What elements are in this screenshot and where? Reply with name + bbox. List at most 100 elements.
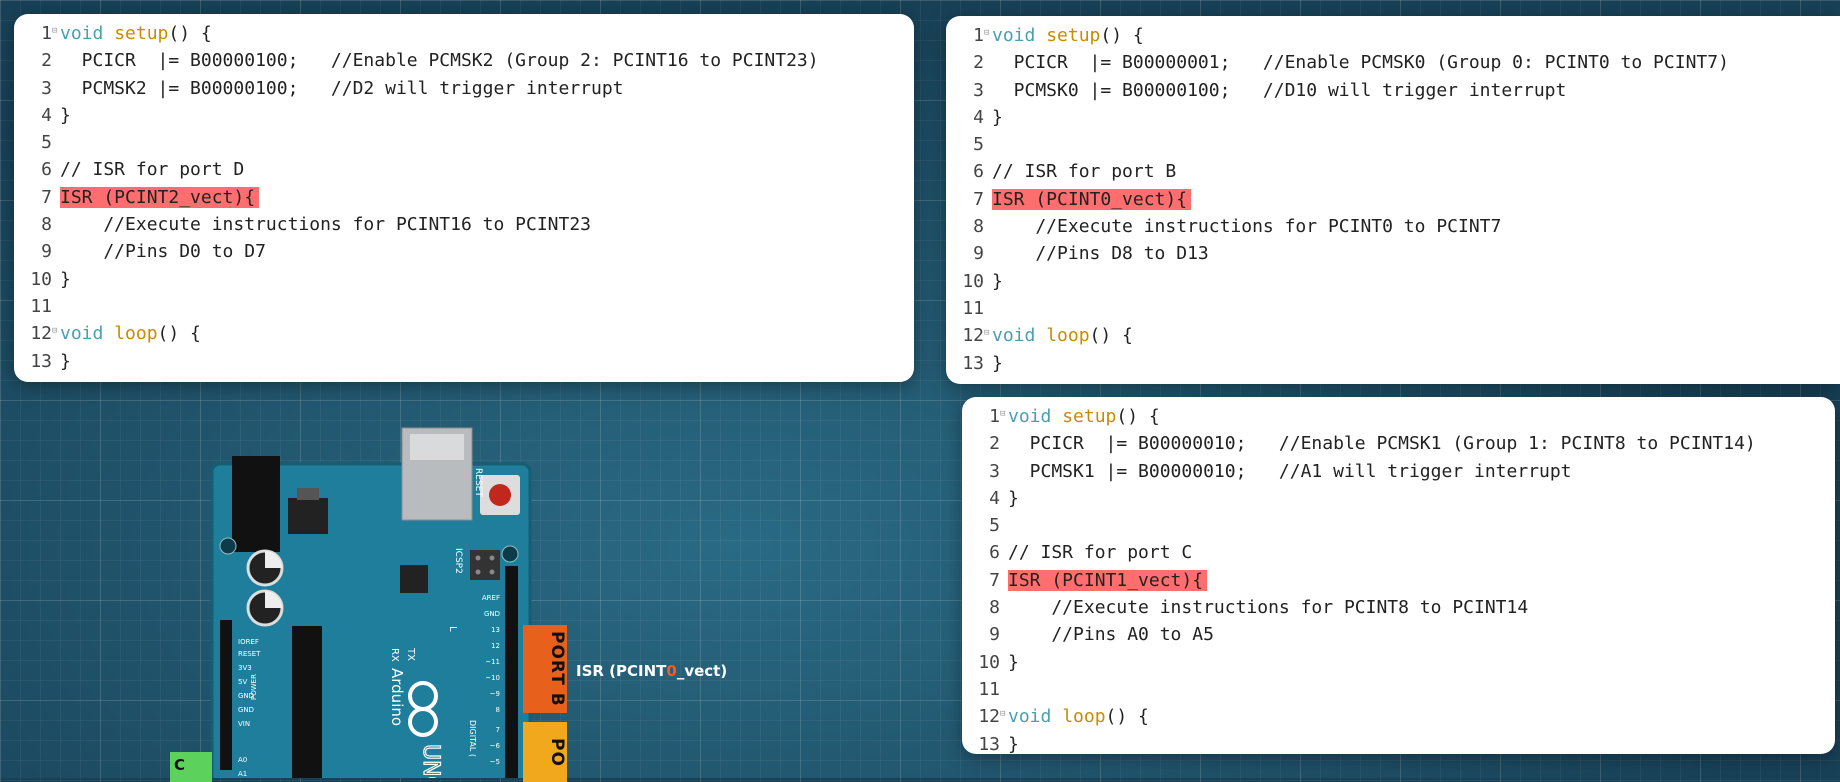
fold-marker-icon: [1000, 512, 1008, 539]
code-line: 13}: [946, 350, 1840, 377]
code-text: PCICR |= B00000010; //Enable PCMSK1 (Gro…: [1008, 430, 1756, 457]
line-number: 8: [989, 597, 1000, 619]
code-text: void setup() {: [1008, 403, 1160, 430]
code-token: }: [1008, 487, 1019, 509]
code-token: }: [992, 106, 1003, 128]
fold-marker-icon: [1000, 676, 1008, 703]
code-text: //Pins D0 to D7: [60, 238, 266, 265]
code-text: void setup() {: [60, 20, 212, 47]
line-number: 5: [989, 515, 1000, 537]
code-token: setup: [114, 23, 169, 44]
power-pin-label: 3V3: [238, 664, 252, 672]
code-line: 11: [14, 293, 914, 320]
line-number: 7: [41, 186, 52, 208]
code-token: //Pins D0 to D7: [60, 241, 266, 263]
tx-label: TX: [405, 647, 416, 661]
code-token: () {: [1100, 25, 1144, 46]
isr-callout: ISR (PCINT0_vect): [576, 662, 727, 680]
code-text: PCMSK1 |= B00000010; //A1 will trigger i…: [1008, 458, 1572, 485]
fold-marker-icon[interactable]: ⊟: [52, 20, 60, 47]
code-text: }: [992, 268, 1003, 295]
code-token: // ISR for port B: [992, 161, 1177, 183]
code-text: }: [60, 102, 71, 129]
code-token: PCICR |= B00000010; //Enable PCMSK1 (Gro…: [1008, 433, 1756, 455]
code-token: void: [992, 25, 1047, 46]
fold-marker-icon[interactable]: ⊟: [984, 22, 992, 49]
fold-marker-icon[interactable]: ⊟: [52, 320, 60, 347]
code-token: void: [1008, 706, 1063, 728]
code-line: 5: [14, 129, 914, 156]
fold-marker-icon: [52, 102, 60, 129]
code-line: 7 ISR (PCINT1_vect){: [962, 567, 1835, 594]
power-title: POWER: [250, 674, 258, 700]
code-line: 10}: [14, 266, 914, 293]
code-text: }: [1008, 649, 1019, 676]
code-line: 12 ⊟ void loop() {: [962, 703, 1835, 730]
fold-marker-icon: [1000, 594, 1008, 621]
rx-label: RX: [389, 648, 400, 662]
fold-marker-icon[interactable]: ⊟: [1000, 403, 1008, 430]
fold-marker-icon: [984, 350, 992, 377]
code-token: PCICR |= B00000100; //Enable PCMSK2 (Gro…: [60, 50, 819, 72]
fold-marker-icon: [52, 348, 60, 375]
line-number: 13: [978, 733, 1000, 754]
code-line: 10}: [962, 649, 1835, 676]
code-panel-port-d: 1 ⊟ void setup() {2 PCICR |= B00000100; //…: [14, 14, 914, 382]
line-number: 1: [41, 23, 52, 44]
fold-marker-icon[interactable]: ⊟: [984, 322, 992, 349]
line-number: 12: [978, 706, 1000, 728]
fold-marker-icon: [52, 47, 60, 74]
digital-pin-label: 13: [491, 626, 500, 634]
code-token: setup: [1046, 25, 1101, 46]
line-number: 3: [989, 460, 1000, 482]
fold-marker-icon: [52, 129, 60, 156]
code-token: }: [60, 350, 71, 372]
line-number: 6: [973, 161, 984, 183]
fold-marker-icon: [1000, 621, 1008, 648]
code-token: //Pins A0 to A5: [1008, 624, 1214, 646]
fold-marker-icon: [984, 49, 992, 76]
line-number: 11: [30, 295, 52, 317]
code-token: //Execute instructions for PCINT16 to PC…: [60, 214, 592, 236]
analog-pin-label: A1: [238, 770, 247, 778]
code-line: 1 ⊟ void setup() {: [946, 22, 1840, 49]
code-block: 1 ⊟ void setup() {2 PCICR |= B00000001; //…: [946, 22, 1840, 377]
code-line: 5: [962, 512, 1835, 539]
fold-marker-icon: [1000, 430, 1008, 457]
code-line: 11: [946, 295, 1840, 322]
line-number: 5: [973, 134, 984, 156]
code-token: PCMSK2 |= B00000100; //D2 will trigger i…: [60, 77, 624, 99]
code-token: }: [60, 104, 71, 126]
code-line: 12 ⊟ void loop() {: [14, 320, 914, 347]
line-number: 1: [973, 25, 984, 46]
digital-pin-label: ~11: [485, 658, 500, 666]
code-text: void loop() {: [60, 320, 201, 347]
line-number: 9: [989, 624, 1000, 646]
power-pin-label: GND: [238, 706, 254, 714]
digital-header-icon: [505, 566, 518, 778]
code-text: }: [60, 348, 71, 375]
fold-marker-icon: [1000, 567, 1008, 594]
digital-pin-label: ~10: [485, 674, 500, 682]
code-text: ISR (PCINT2_vect){: [60, 184, 260, 211]
code-text: }: [992, 104, 1003, 131]
fold-marker-icon: [52, 266, 60, 293]
fold-marker-icon[interactable]: ⊟: [1000, 703, 1008, 730]
line-number: 4: [41, 104, 52, 126]
line-number: 6: [989, 542, 1000, 564]
line-number: 12: [30, 323, 52, 345]
code-token: PCMSK1 |= B00000010; //A1 will trigger i…: [1008, 460, 1572, 482]
line-number: 3: [973, 79, 984, 101]
digital-pin-label: 8: [496, 706, 500, 714]
line-number: 2: [989, 433, 1000, 455]
power-pin-label: IOREF: [238, 638, 259, 646]
digital-title: DIGITAL (: [468, 720, 477, 757]
l-label: L: [447, 626, 458, 632]
code-token: () {: [157, 323, 201, 345]
arduino-uno-board: RESET ICSP2 IOREF RESET 3V3 5V GND GND V…: [210, 427, 532, 778]
code-line: 7 ISR (PCINT2_vect){: [14, 184, 914, 211]
fold-marker-icon: [1000, 731, 1008, 754]
line-number: 13: [962, 352, 984, 374]
power-pin-label: 5V: [238, 678, 247, 686]
digital-pin-label: ~5: [490, 758, 500, 766]
